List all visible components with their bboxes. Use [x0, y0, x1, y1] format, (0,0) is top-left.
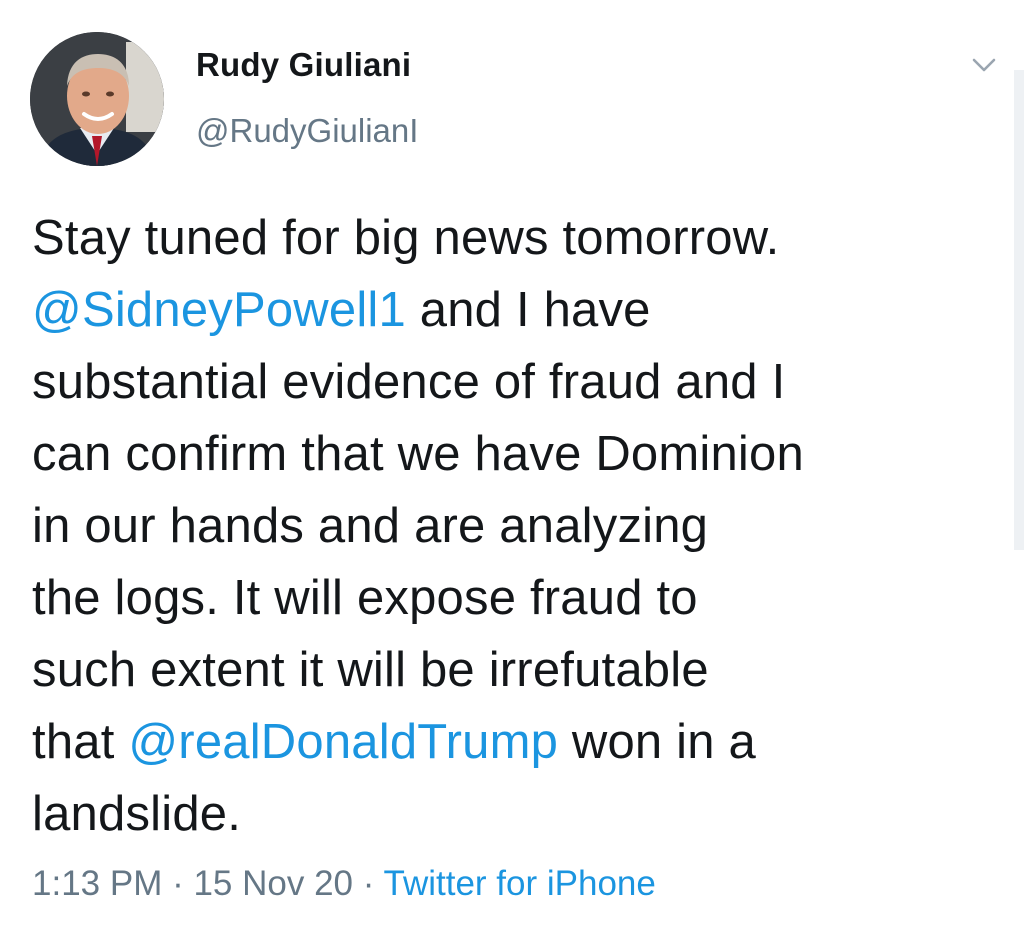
- tweet-options-button[interactable]: [962, 48, 1006, 82]
- tweet-text-segment: substantial evidence of fraud and I: [32, 355, 786, 409]
- tweet-date[interactable]: 15 Nov 20: [193, 864, 353, 903]
- tweet-text-line: @SidneyPowell1 and I have: [32, 274, 992, 346]
- tweet-text-segment: Stay tuned for big news tomorrow.: [32, 211, 780, 265]
- profile-photo-icon: [30, 32, 164, 166]
- tweet-text-segment: in our hands and are analyzing: [32, 499, 709, 553]
- tweet-text-line: the logs. It will expose fraud to: [32, 562, 992, 634]
- tweet-text-line: landslide.: [32, 778, 992, 850]
- tweet-card: Rudy Giuliani @RudyGiulianI Stay tuned f…: [0, 0, 1024, 938]
- tweet-text-segment: the logs. It will expose fraud to: [32, 571, 698, 625]
- tweet-source-link[interactable]: Twitter for iPhone: [384, 864, 656, 903]
- tweet-time: 1:13 PM: [32, 864, 163, 903]
- meta-separator: ·: [353, 864, 384, 903]
- author-name[interactable]: Rudy Giuliani: [196, 46, 411, 84]
- tweet-text-line: in our hands and are analyzing: [32, 490, 992, 562]
- chevron-down-icon: [972, 58, 996, 72]
- mention-link[interactable]: @SidneyPowell1: [32, 283, 406, 337]
- tweet-metadata: 1:13 PM · 15 Nov 20 · Twitter for iPhone: [32, 864, 656, 904]
- scrollbar[interactable]: [1014, 70, 1024, 550]
- tweet-text-line: Stay tuned for big news tomorrow.: [32, 202, 992, 274]
- author-avatar[interactable]: [30, 32, 164, 166]
- tweet-text-segment: can confirm that we have Dominion: [32, 427, 804, 481]
- tweet-text-segment: that: [32, 715, 129, 769]
- tweet-text: Stay tuned for big news tomorrow. @Sidney…: [32, 202, 992, 850]
- tweet-text-line: can confirm that we have Dominion: [32, 418, 992, 490]
- tweet-text-segment: won in a: [558, 715, 756, 769]
- author-handle[interactable]: @RudyGiulianI: [196, 112, 418, 150]
- tweet-text-segment: landslide.: [32, 787, 242, 841]
- mention-link[interactable]: @realDonaldTrump: [128, 715, 558, 769]
- tweet-text-line: substantial evidence of fraud and I: [32, 346, 992, 418]
- meta-separator: ·: [162, 864, 194, 903]
- tweet-text-segment: such extent it will be irrefutable: [32, 643, 709, 697]
- tweet-text-line: that @realDonaldTrump won in a: [32, 706, 992, 778]
- tweet-text-line: such extent it will be irrefutable: [32, 634, 992, 706]
- tweet-text-segment: and I have: [405, 283, 651, 337]
